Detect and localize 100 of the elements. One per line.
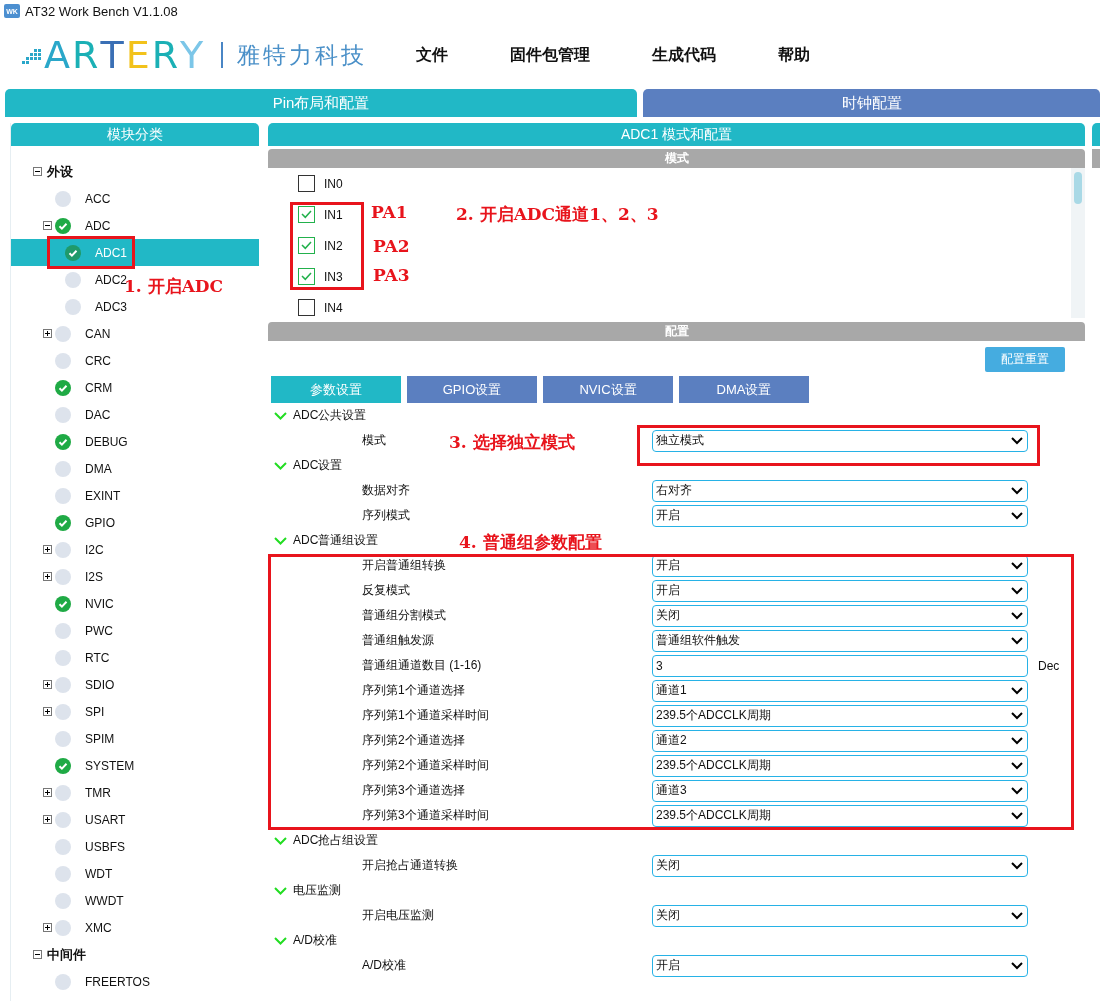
expand-toggle[interactable] bbox=[43, 572, 52, 581]
top-tab[interactable]: 时钟配置 bbox=[643, 89, 1100, 117]
menu-item[interactable]: 生成代码 bbox=[646, 40, 722, 70]
dropdown[interactable]: 通道1 bbox=[652, 679, 1028, 702]
dropdown[interactable]: 关闭 bbox=[652, 904, 1028, 927]
tree-item[interactable]: SPI bbox=[11, 698, 107, 725]
tree-item[interactable]: CAN bbox=[11, 320, 113, 347]
panel-header: ADC1 模式和配置 bbox=[268, 123, 1085, 146]
expand-toggle[interactable] bbox=[43, 788, 52, 797]
tree-category[interactable]: 外设 bbox=[47, 162, 73, 181]
menu-item[interactable]: 帮助 bbox=[772, 40, 816, 70]
tree-item-label: WWDT bbox=[85, 893, 124, 908]
panel-header bbox=[1092, 123, 1100, 146]
tree-item-label: DMA bbox=[85, 461, 112, 476]
tree-item[interactable]: USART bbox=[11, 806, 128, 833]
tree-item[interactable]: SPIM bbox=[11, 725, 117, 752]
tree-item[interactable]: CRM bbox=[11, 374, 115, 401]
tree-item[interactable]: EXINT bbox=[11, 482, 123, 509]
tree-item[interactable]: DAC bbox=[11, 401, 113, 428]
window-title: AT32 Work Bench V1.1.08 bbox=[25, 3, 178, 19]
check-icon bbox=[301, 272, 312, 281]
check-icon bbox=[301, 241, 312, 250]
setting-label: 普通组通道数目 (1-16) bbox=[362, 658, 482, 672]
tree-item[interactable]: USBFS bbox=[11, 833, 127, 860]
expand-toggle[interactable] bbox=[43, 329, 52, 338]
annotation-text: 4. 普通组参数配置 bbox=[459, 531, 602, 554]
dropdown[interactable]: 开启 bbox=[652, 504, 1028, 527]
tree-item[interactable]: TMR bbox=[11, 779, 113, 806]
checkbox[interactable] bbox=[298, 268, 315, 285]
tree-item[interactable]: ACC bbox=[11, 185, 113, 212]
checkbox[interactable] bbox=[298, 299, 315, 316]
setting-label: 序列第3个通道选择 bbox=[362, 783, 465, 797]
dropdown[interactable]: 通道3 bbox=[652, 779, 1028, 802]
dropdown[interactable]: 右对齐 bbox=[652, 479, 1028, 502]
tree-item[interactable]: SYSTEM bbox=[11, 752, 137, 779]
expand-toggle[interactable] bbox=[43, 680, 52, 689]
settings-tab[interactable]: DMA设置 bbox=[679, 376, 809, 403]
tree-item[interactable]: NVIC bbox=[11, 590, 116, 617]
channel-label: IN3 bbox=[324, 269, 343, 284]
dropdown[interactable]: 开启 bbox=[652, 954, 1028, 977]
tree-item-label: USART bbox=[85, 812, 126, 827]
expand-toggle[interactable] bbox=[43, 707, 52, 716]
tree-item[interactable]: DMA bbox=[11, 455, 114, 482]
tree-item-label: ADC1 bbox=[95, 245, 127, 260]
setting-label: 模式 bbox=[362, 433, 386, 447]
tree-category[interactable]: 中间件 bbox=[47, 945, 86, 964]
tree-item[interactable]: ADC3 bbox=[11, 293, 129, 320]
menu-item[interactable]: 文件 bbox=[410, 40, 454, 70]
collapse-toggle[interactable] bbox=[43, 221, 52, 230]
dropdown[interactable]: 独立模式 bbox=[652, 429, 1028, 452]
tree-item[interactable]: SDIO bbox=[11, 671, 117, 698]
chevron-down-icon bbox=[1011, 511, 1023, 520]
expand-toggle[interactable] bbox=[43, 545, 52, 554]
dropdown[interactable]: 239.5个ADCCLK周期 bbox=[652, 754, 1028, 777]
tree-item[interactable]: DEBUG bbox=[11, 428, 130, 455]
settings-tab[interactable]: GPIO设置 bbox=[407, 376, 537, 403]
expand-toggle[interactable] bbox=[43, 815, 52, 824]
setting-label: 序列第3个通道采样时间 bbox=[362, 808, 489, 822]
tree-item-label: FREERTOS bbox=[85, 974, 150, 989]
channel-label: IN0 bbox=[324, 176, 343, 191]
expand-toggle[interactable] bbox=[43, 923, 52, 932]
checkbox[interactable] bbox=[298, 237, 315, 254]
dropdown[interactable]: 239.5个ADCCLK周期 bbox=[652, 704, 1028, 727]
menu-item[interactable]: 固件包管理 bbox=[504, 40, 596, 70]
section-bar: 配置 bbox=[268, 322, 1085, 341]
dropdown[interactable]: 普通组软件触发 bbox=[652, 629, 1028, 652]
scrollbar-thumb[interactable] bbox=[1074, 172, 1082, 204]
checkbox[interactable] bbox=[298, 206, 315, 223]
checkbox[interactable] bbox=[298, 175, 315, 192]
collapse-toggle[interactable] bbox=[33, 950, 42, 959]
input-field[interactable]: 3 bbox=[652, 654, 1028, 677]
settings-tab[interactable]: NVIC设置 bbox=[543, 376, 673, 403]
collapse-toggle[interactable] bbox=[33, 167, 42, 176]
section-title: ADC抢占组设置 bbox=[293, 832, 379, 849]
dropdown[interactable]: 关闭 bbox=[652, 854, 1028, 877]
chevron-down-icon bbox=[1011, 961, 1023, 970]
dropdown[interactable]: 关闭 bbox=[652, 604, 1028, 627]
tree-item[interactable]: CRC bbox=[11, 347, 113, 374]
setting-label: 普通组触发源 bbox=[362, 633, 434, 647]
dropdown[interactable]: 239.5个ADCCLK周期 bbox=[652, 804, 1028, 827]
dropdown[interactable]: 通道2 bbox=[652, 729, 1028, 752]
dropdown[interactable]: 开启 bbox=[652, 579, 1028, 602]
section-title: A/D校准 bbox=[293, 932, 337, 949]
tree-item[interactable]: I2S bbox=[11, 563, 105, 590]
tree-item[interactable]: WWDT bbox=[11, 887, 126, 914]
chevron-down-icon bbox=[1011, 436, 1023, 445]
tree-item[interactable]: GPIO bbox=[11, 509, 117, 536]
tree-item[interactable]: FREERTOS bbox=[11, 968, 152, 995]
channel-label: IN4 bbox=[324, 300, 343, 315]
tree-item[interactable]: ADC bbox=[11, 212, 113, 239]
tree-item[interactable]: XMC bbox=[11, 914, 114, 941]
scrollbar[interactable] bbox=[1071, 168, 1085, 318]
chevron-down-icon bbox=[1011, 861, 1023, 870]
tree-item[interactable]: RTC bbox=[11, 644, 112, 671]
tree-item[interactable]: I2C bbox=[11, 536, 106, 563]
tree-item-label: USBFS bbox=[85, 839, 125, 854]
chevron-down-icon bbox=[1011, 586, 1023, 595]
tree-item[interactable]: WDT bbox=[11, 860, 115, 887]
tree-item-label: SPI bbox=[85, 704, 105, 719]
tree-item[interactable]: PWC bbox=[11, 617, 115, 644]
